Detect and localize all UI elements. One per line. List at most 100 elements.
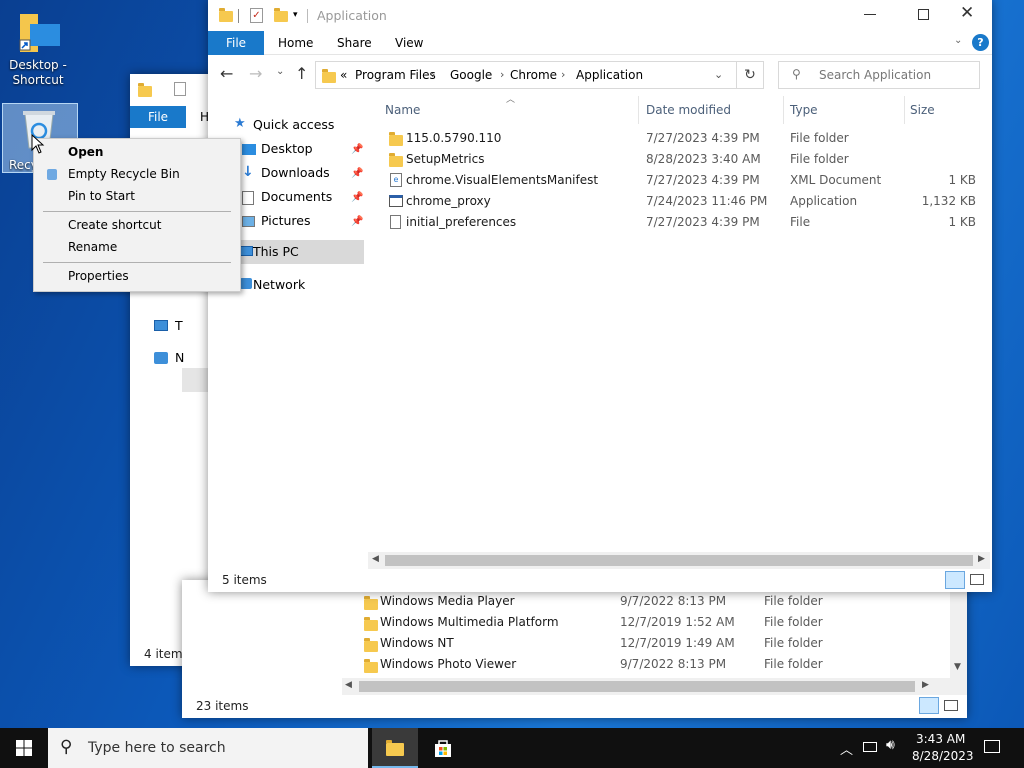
breadcrumb-separator-icon[interactable]: › — [500, 68, 504, 81]
context-menu-create-shortcut[interactable]: Create shortcut — [68, 218, 161, 232]
horizontal-scroll-thumb[interactable] — [359, 681, 915, 692]
back-window-2-row[interactable]: Windows Photo Viewer 9/7/2022 8:13 PM Fi… — [362, 655, 952, 676]
clock-date[interactable]: 8/28/2023 — [912, 749, 974, 763]
address-dropdown-chevron-icon[interactable]: ⌄ — [714, 68, 723, 81]
file-row[interactable]: e chrome.VisualElementsManifest 7/27/202… — [378, 170, 986, 191]
recent-locations-chevron-icon[interactable]: ⌄ — [276, 66, 284, 77]
ribbon-tab-home[interactable]: Home — [278, 36, 313, 50]
breadcrumb-application[interactable]: Application — [576, 68, 643, 82]
nav-network[interactable]: Network — [253, 277, 305, 292]
search-box[interactable]: ⚲ Search Application — [778, 61, 980, 89]
back-arrow-icon[interactable]: ← — [220, 64, 233, 83]
explorer-window[interactable]: ✓ ▾ Application ✕ File Home Share View ⌄… — [208, 0, 992, 592]
refresh-button[interactable]: ↻ — [737, 61, 764, 89]
desktop-shortcut-icon[interactable]: Desktop - Shortcut — [6, 8, 70, 90]
row-name: Windows Media Player — [380, 594, 515, 608]
back-window-2-vertical-scrollbar[interactable]: ▼ — [950, 580, 967, 678]
help-icon[interactable]: ? — [972, 34, 989, 51]
qat-dropdown-icon[interactable]: ▾ — [293, 10, 298, 20]
breadcrumb-google[interactable]: Google — [450, 68, 492, 82]
context-menu-properties[interactable]: Properties — [68, 269, 129, 283]
scroll-right-arrow-icon[interactable]: ▶ — [922, 680, 929, 690]
show-hidden-icons-chevron-icon[interactable]: ︿ — [840, 739, 853, 758]
scroll-right-arrow-icon[interactable]: ▶ — [978, 554, 985, 564]
volume-icon[interactable]: 🔊︎ — [886, 737, 895, 753]
column-header-date[interactable]: Date modified — [646, 103, 731, 117]
scroll-left-arrow-icon[interactable]: ◀ — [372, 554, 379, 564]
ribbon-expand-chevron-icon[interactable]: ⌄ — [954, 35, 962, 46]
minimize-button[interactable] — [864, 14, 876, 15]
row-date: 9/7/2022 8:13 PM — [620, 657, 727, 671]
back-window-1-file-tab[interactable]: File — [130, 106, 186, 128]
breadcrumb-chrome[interactable]: Chrome — [510, 68, 557, 82]
breadcrumb-separator-icon[interactable]: › — [561, 68, 565, 81]
address-bar[interactable]: « Program Files › Google › Chrome › Appl… — [315, 61, 737, 89]
folder-icon — [364, 638, 378, 652]
row-type: File folder — [764, 636, 823, 650]
details-view-button[interactable] — [945, 571, 965, 589]
context-menu-pin-to-start[interactable]: Pin to Start — [68, 189, 135, 203]
back-window-2-row[interactable]: Windows NT 12/7/2019 1:49 AM File folder — [362, 634, 952, 655]
nav-downloads[interactable]: Downloads — [261, 165, 330, 180]
row-date: 9/7/2022 8:13 PM — [620, 594, 727, 608]
pin-icon[interactable]: 📌 — [351, 192, 363, 203]
nav-this-pc[interactable]: This PC — [234, 240, 364, 264]
nav-documents[interactable]: Documents — [261, 189, 332, 204]
close-button[interactable]: ✕ — [960, 3, 974, 23]
back-window-1-nav-item-1[interactable]: T — [175, 318, 183, 333]
large-icons-view-button[interactable] — [944, 700, 958, 711]
breadcrumb-separator-icon[interactable]: › — [431, 68, 435, 81]
taskbar-search-box[interactable]: ⚲ Type here to search — [48, 728, 368, 768]
column-divider — [638, 96, 639, 124]
scroll-left-arrow-icon[interactable]: ◀ — [345, 680, 352, 690]
row-name: Windows Multimedia Platform — [380, 615, 559, 629]
back-explorer-window-2[interactable]: Windows Media Player 9/7/2022 8:13 PM Fi… — [182, 368, 967, 718]
column-header-size[interactable]: Size — [910, 103, 935, 117]
start-button[interactable] — [0, 728, 48, 768]
column-header-name[interactable]: Name — [385, 103, 420, 117]
breadcrumb-overflow[interactable]: « — [340, 68, 347, 82]
context-menu-open[interactable]: Open — [68, 145, 103, 159]
ribbon-tab-view[interactable]: View — [395, 36, 423, 50]
back-window-1-nav-item-2[interactable]: N — [175, 350, 184, 365]
back-window-2-row[interactable]: Windows Multimedia Platform 12/7/2019 1:… — [362, 613, 952, 634]
file-row[interactable]: 115.0.5790.110 7/27/2023 4:39 PM File fo… — [378, 128, 986, 149]
file-row[interactable]: SetupMetrics 8/28/2023 3:40 AM File fold… — [378, 149, 986, 170]
horizontal-scrollbar[interactable]: ◀ ▶ — [368, 552, 990, 569]
taskbar-store-button[interactable] — [420, 728, 466, 768]
ribbon-tab-share[interactable]: Share — [337, 36, 372, 50]
breadcrumb-program-files[interactable]: Program Files — [355, 68, 436, 82]
properties-qat-icon[interactable]: ✓ — [250, 8, 263, 23]
back-window-1-network-icon — [154, 352, 168, 364]
nav-pictures[interactable]: Pictures — [261, 213, 311, 228]
taskbar-file-explorer-button[interactable] — [372, 728, 418, 768]
scroll-down-arrow-icon[interactable]: ▼ — [954, 662, 961, 672]
context-menu-empty-recycle-bin[interactable]: Empty Recycle Bin — [68, 167, 180, 181]
notification-center-icon[interactable] — [984, 740, 1000, 753]
nav-desktop[interactable]: Desktop — [261, 141, 313, 156]
windows-logo-icon — [16, 740, 32, 756]
context-menu-rename[interactable]: Rename — [68, 240, 117, 254]
clock-time[interactable]: 3:43 AM — [916, 732, 965, 746]
up-arrow-icon[interactable]: ↑ — [295, 64, 308, 83]
ribbon-tab-file[interactable]: File — [208, 31, 264, 55]
horizontal-scroll-thumb[interactable] — [385, 555, 973, 566]
forward-arrow-icon[interactable]: → — [249, 64, 262, 83]
details-view-button[interactable] — [919, 697, 939, 714]
pin-icon[interactable]: 📌 — [351, 168, 363, 179]
folder-icon — [364, 617, 378, 631]
file-row[interactable]: initial_preferences 7/27/2023 4:39 PM Fi… — [378, 212, 986, 233]
new-folder-qat-icon[interactable] — [274, 8, 288, 22]
back-window-2-row[interactable]: Windows Media Player 9/7/2022 8:13 PM Fi… — [362, 592, 952, 613]
large-icons-view-button[interactable] — [970, 574, 984, 585]
file-row[interactable]: chrome_proxy 7/24/2023 11:46 PM Applicat… — [378, 191, 986, 212]
window-title: Application — [317, 8, 387, 23]
pin-icon[interactable]: 📌 — [351, 144, 363, 155]
column-header-type[interactable]: Type — [790, 103, 818, 117]
back-window-2-horizontal-scrollbar[interactable]: ◀ ▶ — [342, 678, 967, 695]
pin-icon[interactable]: 📌 — [351, 216, 363, 227]
network-tray-icon[interactable] — [863, 742, 877, 752]
nav-quick-access[interactable]: Quick access — [253, 117, 334, 132]
maximize-button[interactable] — [918, 9, 929, 20]
titlebar[interactable]: ✓ ▾ Application ✕ — [208, 0, 992, 31]
